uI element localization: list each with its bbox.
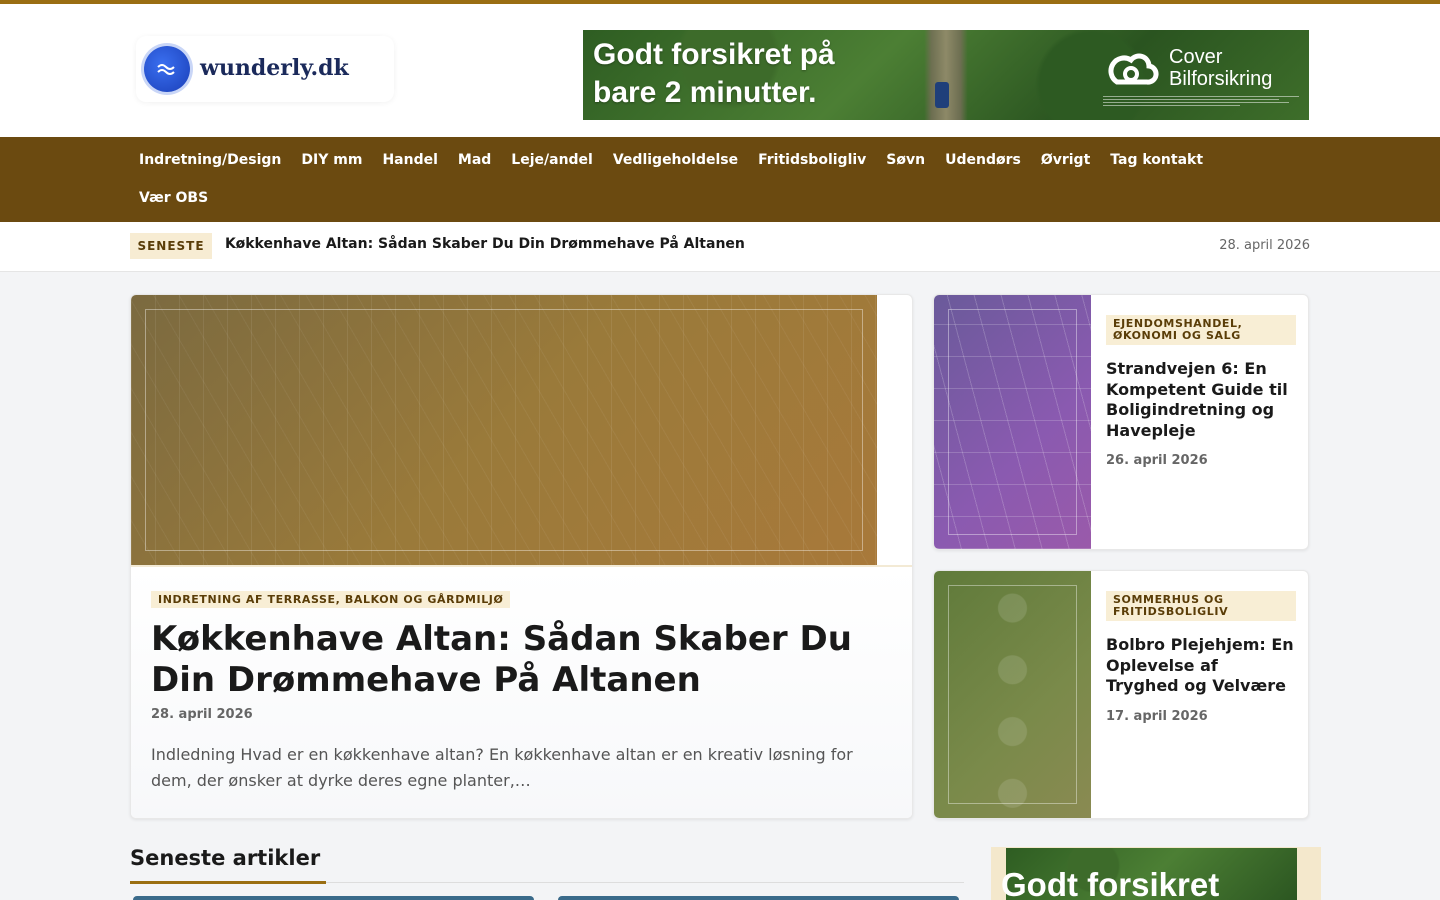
ticker-date: 28. april 2026	[1219, 238, 1310, 253]
nav-item-tag-kontakt[interactable]: Tag kontakt	[1100, 141, 1213, 179]
featured-article-title[interactable]: Køkkenhave Altan: Sådan Skaber Du Din Dr…	[151, 619, 891, 701]
image-frame	[948, 309, 1077, 535]
nav-item-vaer-obs[interactable]: Vær OBS	[129, 179, 218, 217]
nav-item-leje-andel[interactable]: Leje/andel	[501, 141, 603, 179]
latest-articles-heading: Seneste artikler	[130, 846, 321, 870]
section-heading-underline	[130, 881, 326, 884]
side-article-body: EJENDOMSHANDEL, ØKONOMI OG SALG Strandve…	[1106, 315, 1296, 468]
nav-item-udendors[interactable]: Udendørs	[935, 141, 1031, 179]
featured-article-date: 28. april 2026	[151, 707, 253, 722]
side-article-date: 26. april 2026	[1106, 453, 1208, 468]
category-tag[interactable]: INDRETNING AF TERRASSE, BALKON OG GÅRDMI…	[151, 591, 511, 608]
nav-item-handel[interactable]: Handel	[372, 141, 447, 179]
nav-item-diy[interactable]: DIY mm	[291, 141, 372, 179]
ad-brand-logo-icon	[1108, 53, 1159, 85]
logo-text: wunderly.dk	[200, 55, 349, 81]
side-article-title[interactable]: Strandvejen 6: En Kompetent Guide til Bo…	[1106, 359, 1296, 441]
side-article-body: SOMMERHUS OG FRITIDSBOLIGLIV Bolbro Plej…	[1106, 591, 1296, 724]
side-article-image[interactable]	[934, 571, 1091, 818]
article-card-preview[interactable]	[133, 896, 534, 900]
nav-item-ovrigt[interactable]: Øvrigt	[1031, 141, 1100, 179]
nav-item-vedligeholdelse[interactable]: Vedligeholdelse	[603, 141, 748, 179]
logo-wave-icon	[144, 46, 190, 92]
site-header: wunderly.dk Godt forsikret på bare 2 min…	[0, 4, 1440, 137]
image-frame	[145, 309, 863, 551]
nav-item-indretning-design[interactable]: Indretning/Design	[129, 141, 291, 179]
ad-brand-line2: Bilforsikring	[1169, 68, 1273, 90]
featured-article-body: INDRETNING AF TERRASSE, BALKON OG GÅRDMI…	[131, 567, 912, 818]
side-article-image[interactable]	[934, 295, 1091, 549]
ad-brand-line1: Cover	[1169, 46, 1223, 68]
latest-ticker: SENESTE Køkkenhave Altan: Sådan Skaber D…	[0, 222, 1440, 272]
main-nav-list: Indretning/Design DIY mm Handel Mad Leje…	[129, 141, 1239, 217]
nav-item-fritidsboligliv[interactable]: Fritidsboligliv	[748, 141, 876, 179]
category-tag[interactable]: SOMMERHUS OG FRITIDSBOLIGLIV	[1106, 591, 1296, 621]
image-frame	[948, 585, 1077, 804]
ticker-badge: SENESTE	[130, 233, 212, 259]
featured-article-image[interactable]	[131, 295, 877, 565]
category-tag[interactable]: EJENDOMSHANDEL, ØKONOMI OG SALG	[1106, 315, 1296, 345]
side-article-card[interactable]: SOMMERHUS OG FRITIDSBOLIGLIV Bolbro Plej…	[933, 570, 1309, 819]
site-logo[interactable]: wunderly.dk	[136, 36, 394, 102]
main-nav: Indretning/Design DIY mm Handel Mad Leje…	[0, 137, 1440, 222]
header-ad-banner[interactable]: Godt forsikret på bare 2 minutter. Cover…	[583, 30, 1309, 120]
article-card-preview[interactable]	[558, 896, 959, 900]
featured-article-excerpt: Indledning Hvad er en køkkenhave altan? …	[151, 745, 853, 790]
ad-headline: Godt forsikret på bare 2 minutter.	[593, 38, 835, 109]
ad-brand-name: Cover Bilforsikring	[1169, 46, 1272, 90]
side-article-date: 17. april 2026	[1106, 708, 1208, 724]
sidebar-ad-headline: Godt forsikret	[1001, 866, 1220, 900]
sidebar-ad-banner[interactable]: Godt forsikret	[991, 847, 1321, 900]
nav-item-mad[interactable]: Mad	[448, 141, 501, 179]
side-article-card[interactable]: EJENDOMSHANDEL, ØKONOMI OG SALG Strandve…	[933, 294, 1309, 550]
ad-car-graphic	[935, 82, 949, 108]
nav-item-sovn[interactable]: Søvn	[876, 141, 935, 179]
featured-article-card[interactable]: INDRETNING AF TERRASSE, BALKON OG GÅRDMI…	[130, 294, 913, 819]
ad-fine-print	[1103, 94, 1299, 108]
side-article-title[interactable]: Bolbro Plejehjem: En Oplevelse af Tryghe…	[1106, 635, 1296, 697]
ticker-article-link[interactable]: Køkkenhave Altan: Sådan Skaber Du Din Dr…	[225, 236, 745, 252]
